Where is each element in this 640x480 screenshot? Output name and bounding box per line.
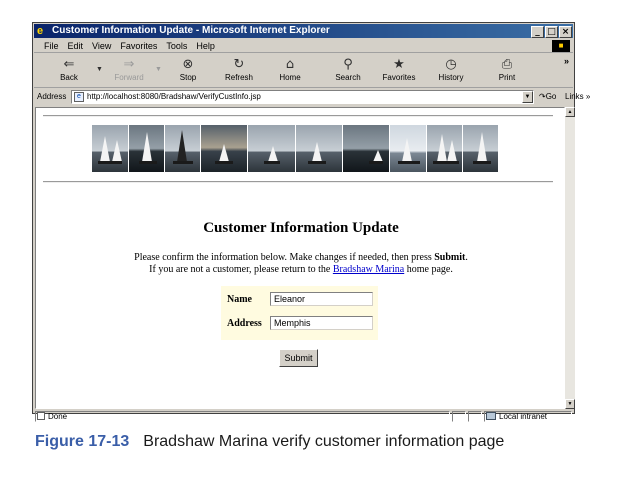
name-input[interactable]: Eleanor xyxy=(270,292,373,306)
sailboat-photo xyxy=(296,125,342,172)
links-button[interactable]: Links » xyxy=(565,92,590,101)
menu-view[interactable]: View xyxy=(87,39,115,53)
back-dropdown-icon[interactable]: ▼ xyxy=(96,66,103,73)
menu-tools[interactable]: Tools xyxy=(161,39,191,53)
menu-edit[interactable]: Edit xyxy=(63,39,88,53)
instructions: Please confirm the information below. Ma… xyxy=(36,252,564,276)
vertical-scrollbar[interactable]: ▲ ▼ xyxy=(565,107,575,409)
address-field[interactable]: e http://localhost:8080/Bradshaw/VerifyCu… xyxy=(71,90,534,104)
page-content: Customer Information Update Please confi… xyxy=(35,107,565,409)
address-dropdown-icon[interactable]: ▼ xyxy=(522,91,533,103)
bradshaw-marina-link[interactable]: Bradshaw Marina xyxy=(333,264,404,275)
menu-favorites[interactable]: Favorites xyxy=(115,39,161,53)
local-intranet-icon xyxy=(486,412,496,420)
sailboat-photo xyxy=(248,125,295,172)
favorites-folder-icon: ★ xyxy=(393,57,405,72)
figure-caption-text: Bradshaw Marina verify customer informat… xyxy=(143,433,505,450)
sailboat-photo xyxy=(427,125,462,172)
forward-dropdown-icon[interactable]: ▼ xyxy=(155,66,162,73)
address-url[interactable]: http://localhost:8080/Bradshaw/VerifyCus… xyxy=(87,92,261,101)
return-instruction: If you are not a customer, please return… xyxy=(149,264,453,275)
address-input[interactable]: Memphis xyxy=(270,316,373,330)
back-arrow-icon: ⇐ xyxy=(63,57,75,72)
name-label: Name xyxy=(227,294,252,305)
menu-file[interactable]: File xyxy=(34,39,63,53)
address-bar: Address e http://localhost:8080/Bradshaw/… xyxy=(34,89,590,105)
refresh-button[interactable]: ↻ Refresh xyxy=(214,56,264,86)
scroll-down-icon[interactable]: ▼ xyxy=(565,399,575,409)
address-field-label: Address xyxy=(227,318,262,329)
print-button[interactable]: ⎙ Print xyxy=(482,56,532,86)
menu-help[interactable]: Help xyxy=(191,39,219,53)
sailboat-photo xyxy=(463,125,498,172)
customer-form: Name Eleanor Address Memphis xyxy=(221,286,378,340)
page-icon: e xyxy=(74,92,84,102)
status-bar: Done Local intranet xyxy=(34,410,573,423)
favorites-button[interactable]: ★ Favorites xyxy=(374,56,424,86)
browser-window: e Customer Information Update - Microsof… xyxy=(32,22,590,422)
toolbar-more-chevron-icon[interactable]: » xyxy=(564,56,569,66)
maximize-button[interactable]: □ xyxy=(545,26,558,38)
internet-explorer-icon: e xyxy=(37,25,44,37)
figure-number: Figure 17-13 xyxy=(35,433,130,450)
page-done-icon xyxy=(37,412,45,420)
status-pane xyxy=(452,411,466,422)
sailboat-photo xyxy=(165,125,200,172)
scroll-up-icon[interactable]: ▲ xyxy=(565,107,575,117)
printer-icon: ⎙ xyxy=(501,57,513,72)
bottom-divider xyxy=(43,181,553,183)
standard-toolbar: ⇐ Back ▼ ⇒ Forward ▼ ⊗ Stop ↻ Refresh ⌂ … xyxy=(34,54,573,88)
sailboat-photo-strip xyxy=(92,125,499,172)
sailboat-photo xyxy=(201,125,247,172)
submit-button[interactable]: Submit xyxy=(279,349,318,367)
refresh-icon: ↻ xyxy=(233,57,245,72)
window-title: Customer Information Update - Microsoft … xyxy=(52,25,330,36)
security-zone-pane: Local intranet xyxy=(484,411,572,422)
go-arrow-icon: ↷ xyxy=(539,92,546,101)
address-label: Address xyxy=(37,92,67,101)
search-icon: ⚲ xyxy=(343,57,353,72)
window-controls: _ □ × xyxy=(530,25,572,38)
page-heading: Customer Information Update xyxy=(203,220,399,236)
forward-arrow-icon: ⇒ xyxy=(123,57,135,72)
status-text-pane: Done xyxy=(35,411,450,422)
status-pane xyxy=(468,411,482,422)
home-button[interactable]: ⌂ Home xyxy=(265,56,315,86)
search-button[interactable]: ⚲ Search xyxy=(323,56,373,86)
top-divider xyxy=(43,115,553,117)
stop-button[interactable]: ⊗ Stop xyxy=(163,56,213,86)
title-bar[interactable]: e Customer Information Update - Microsof… xyxy=(34,24,573,38)
sailboat-photo xyxy=(390,125,426,172)
forward-button[interactable]: ⇒ Forward xyxy=(104,56,154,86)
windows-logo-icon: ■ xyxy=(552,40,570,52)
sailboat-photo xyxy=(129,125,164,172)
sailboat-photo xyxy=(343,125,389,172)
back-button[interactable]: ⇐ Back xyxy=(44,56,94,86)
confirm-instruction: Please confirm the information below. Ma… xyxy=(134,252,468,263)
home-icon: ⌂ xyxy=(285,57,295,72)
stop-icon: ⊗ xyxy=(182,57,194,72)
history-button[interactable]: ◷ History xyxy=(426,56,476,86)
figure-caption: Figure 17-13 Bradshaw Marina verify custo… xyxy=(35,433,504,451)
sailboat-photo xyxy=(92,125,128,172)
minimize-button[interactable]: _ xyxy=(531,26,544,38)
close-button[interactable]: × xyxy=(559,26,572,38)
go-button[interactable]: ↷Go xyxy=(539,92,556,101)
menu-bar: File Edit View Favorites Tools Help ■ xyxy=(34,39,573,53)
history-icon: ◷ xyxy=(445,57,457,72)
